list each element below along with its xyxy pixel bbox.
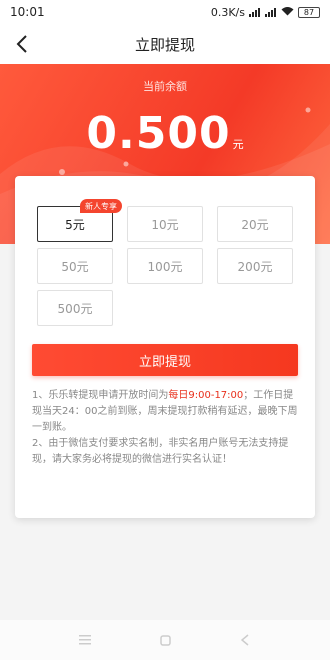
withdraw-submit-button[interactable]: 立即提现 (32, 344, 298, 376)
amount-option-20[interactable]: 20元 (217, 206, 293, 242)
note-1: 1、乐乐转提现申请开放时间为每日9:00-17:00；工作日提现当天24：00之… (32, 388, 300, 436)
option-label: 100元 (147, 259, 183, 274)
new-user-badge: 新人专享 (80, 199, 122, 213)
note-1-highlight: 每日9:00-17:00 (168, 390, 244, 401)
square-home-icon[interactable] (153, 628, 177, 652)
triangle-back-icon[interactable] (233, 628, 257, 652)
amount-option-200[interactable]: 200元 (217, 248, 293, 284)
option-label: 20元 (241, 217, 269, 232)
option-label: 10元 (151, 217, 179, 232)
wifi-icon (281, 6, 294, 19)
signal-icon (265, 7, 277, 17)
option-label: 50元 (61, 259, 89, 274)
withdraw-card: 5元 新人专享 10元 20元 50元 100元 200元 500元 立即提现 … (15, 176, 315, 518)
status-right: 0.3K/s 87 (211, 6, 320, 19)
balance-unit: 元 (232, 138, 244, 151)
amount-option-5[interactable]: 5元 新人专享 (37, 199, 122, 242)
back-button[interactable] (8, 30, 36, 58)
page-title: 立即提现 (134, 35, 195, 54)
balance-row: 0.500 元 (0, 108, 330, 159)
balance-amount: 0.500 (86, 108, 231, 159)
menu-icon[interactable] (73, 628, 97, 652)
option-label: 5元 (65, 217, 85, 232)
option-label: 200元 (237, 259, 273, 274)
amount-option-500[interactable]: 500元 (37, 290, 113, 326)
status-time: 10:01 (10, 5, 45, 19)
amount-option-10[interactable]: 10元 (127, 206, 203, 242)
amount-option-100[interactable]: 100元 (127, 248, 203, 284)
withdraw-notes: 1、乐乐转提现申请开放时间为每日9:00-17:00；工作日提现当天24：00之… (32, 388, 300, 468)
system-nav-bar (0, 620, 330, 660)
balance-label: 当前余额 (143, 80, 187, 93)
status-bar: 10:01 0.3K/s 87 (0, 0, 330, 24)
amount-option-50[interactable]: 50元 (37, 248, 113, 284)
nav-bar: 立即提现 (0, 24, 330, 64)
battery-indicator: 87 (298, 6, 320, 18)
network-speed: 0.3K/s (210, 5, 245, 19)
chevron-left-icon (16, 35, 27, 53)
note-1-text: 1、乐乐转提现申请开放时间为 (32, 390, 169, 401)
note-2: 2、由于微信支付要求实名制，非实名用户账号无法支持提现，请大家务必将提现的微信进… (32, 438, 289, 465)
signal-icon (249, 7, 261, 17)
option-label: 500元 (57, 301, 93, 316)
